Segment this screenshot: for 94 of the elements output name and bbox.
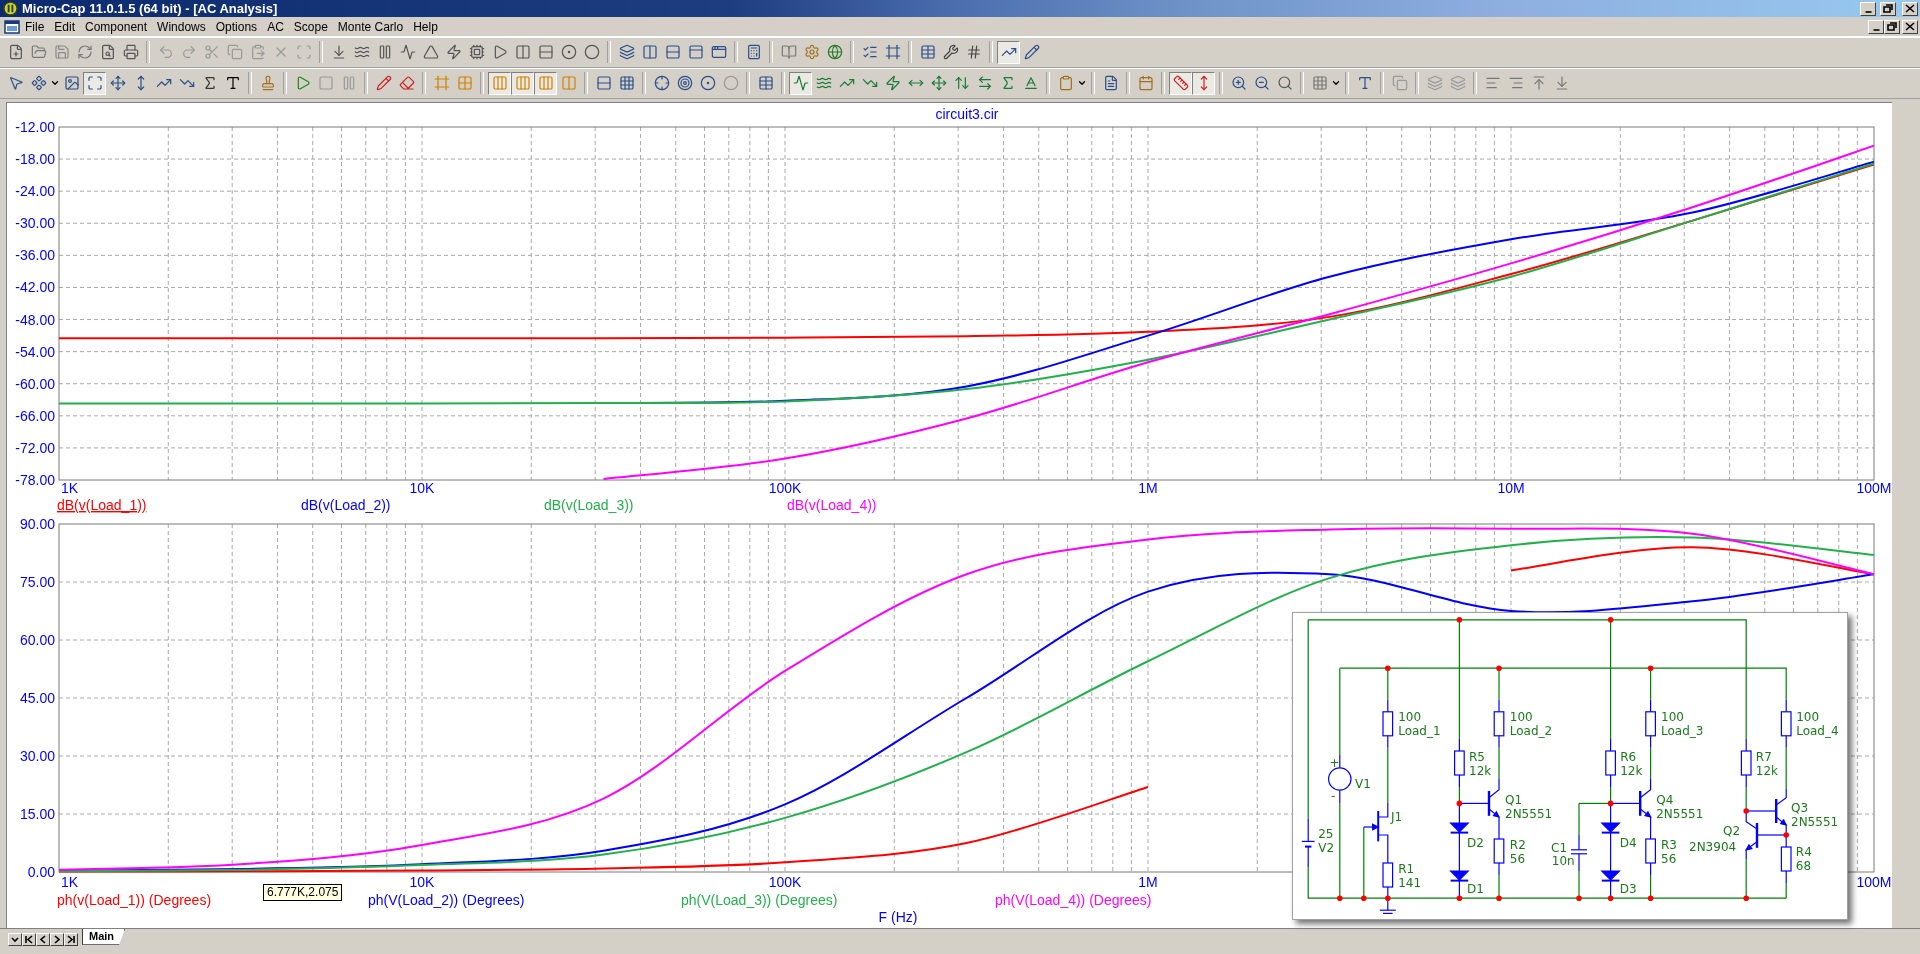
menu-item[interactable]: Scope xyxy=(288,19,333,34)
part-label: Load_4 xyxy=(1796,723,1839,738)
part-label: D1 xyxy=(1467,881,1484,896)
part-label: Load_3 xyxy=(1661,723,1704,738)
part-label: 2N5551 xyxy=(1505,806,1553,821)
part-label: 56 xyxy=(1509,851,1526,866)
axis-label: 90.00 xyxy=(19,515,55,532)
axis-label: -30.00 xyxy=(15,215,55,232)
part-label: D4 xyxy=(1619,835,1637,850)
part-label: 12k xyxy=(1469,763,1492,778)
legend-label: dB(v(Load_2)) xyxy=(301,496,391,513)
axis-label: 100M xyxy=(1856,479,1892,496)
legend-label: ph(V(Load_4)) (Degrees) xyxy=(995,891,1152,908)
window-title: Micro-Cap 11.0.1.5 (64 bit) - [AC Analysis] xyxy=(22,1,279,17)
part-label: R7 xyxy=(1755,749,1772,764)
axis-label: -36.00 xyxy=(15,247,55,264)
part-label: R5 xyxy=(1469,749,1485,764)
axis-label: 45.00 xyxy=(19,689,55,706)
part-label: Q1 xyxy=(1505,792,1523,807)
axis-label: 75.00 xyxy=(19,573,55,590)
part-label: Q4 xyxy=(1656,792,1674,807)
part-label: 100 xyxy=(1661,709,1684,724)
axis-label: 60.00 xyxy=(19,631,55,648)
axis-label: -48.00 xyxy=(15,311,55,328)
axis-label: 1K xyxy=(61,479,79,496)
part-label: - xyxy=(1331,788,1336,803)
axis-label: -12.00 xyxy=(15,118,55,135)
menu-item[interactable]: File xyxy=(20,19,50,34)
menu-item[interactable]: AC xyxy=(262,19,289,34)
menu-item[interactable]: Windows xyxy=(152,19,211,34)
legend-label: dB(v(Load_1)) xyxy=(57,496,147,513)
axis-label: 30.00 xyxy=(19,747,55,764)
part-label: R2 xyxy=(1509,837,1526,852)
part-label: Q2 xyxy=(1723,823,1741,838)
chart-title: circuit3.cir xyxy=(935,105,999,122)
part-label: J1 xyxy=(1391,809,1403,824)
part-label: V2 xyxy=(1318,841,1335,856)
axis-label: 0.00 xyxy=(27,863,55,880)
axis-label: -72.00 xyxy=(15,439,55,456)
part-label: Load_2 xyxy=(1509,723,1553,738)
part-label: 68 xyxy=(1795,858,1812,873)
part-label: 12k xyxy=(1620,763,1643,778)
part-label: 10n xyxy=(1551,853,1575,868)
part-label: R4 xyxy=(1795,844,1812,859)
menu-item[interactable]: Component xyxy=(80,19,153,34)
part-label: R3 xyxy=(1661,837,1677,852)
part-label: 25 xyxy=(1318,827,1334,842)
axis-label: 10K xyxy=(409,873,435,890)
part-label: R1 xyxy=(1398,861,1415,876)
part-label: 56 xyxy=(1661,851,1677,866)
part-label: 2N5551 xyxy=(1656,806,1704,821)
axis-title: F (Hz) xyxy=(878,908,918,925)
part-label: V1 xyxy=(1355,776,1371,791)
axis-label: -42.00 xyxy=(15,279,55,296)
cursor-tooltip: 6.777K,2.075 xyxy=(263,883,343,901)
menu-item[interactable]: Options xyxy=(210,19,263,34)
legend-label: dB(v(Load_3)) xyxy=(544,496,634,513)
axis-label: -66.00 xyxy=(15,407,55,424)
axis-label: -60.00 xyxy=(15,375,55,392)
part-label: Load_1 xyxy=(1398,723,1441,738)
menu-item[interactable]: Help xyxy=(408,19,443,34)
axis-label: 1M xyxy=(1138,873,1158,890)
menu-item[interactable]: Monte Carlo xyxy=(332,19,409,34)
part-label: 2N5551 xyxy=(1791,814,1839,829)
part-label: Q3 xyxy=(1791,800,1809,815)
menu-item[interactable]: Edit xyxy=(49,19,81,34)
part-label: 100 xyxy=(1398,709,1422,724)
tab[interactable]: Main xyxy=(82,928,126,945)
axis-label: 1M xyxy=(1138,479,1158,496)
part-label: C1 xyxy=(1551,840,1567,855)
legend-label: ph(V(Load_2)) (Degrees) xyxy=(368,891,525,908)
axis-label: -54.00 xyxy=(15,343,55,360)
part-label: 100 xyxy=(1796,709,1820,724)
part-label: 12k xyxy=(1755,763,1778,778)
axis-label: 1K xyxy=(61,873,79,890)
part-label: 141 xyxy=(1398,875,1422,890)
axis-label: -24.00 xyxy=(15,183,55,200)
axis-label: -18.00 xyxy=(15,150,55,167)
part-label: R6 xyxy=(1620,749,1637,764)
axis-label: 100M xyxy=(1856,873,1892,890)
part-label: 100 xyxy=(1509,709,1533,724)
part-label: D3 xyxy=(1619,881,1637,896)
axis-label: 100K xyxy=(768,479,802,496)
part-label: D2 xyxy=(1467,835,1484,850)
legend-label: dB(v(Load_4)) xyxy=(787,496,877,513)
axis-label: 10M xyxy=(1497,479,1525,496)
axis-label: 15.00 xyxy=(19,805,55,822)
axis-label: 100K xyxy=(768,873,802,890)
part-label: + xyxy=(1329,755,1340,770)
axis-label: 10K xyxy=(409,479,435,496)
legend-label: ph(v(Load_1)) (Degrees) xyxy=(57,891,212,908)
axis-label: -78.00 xyxy=(15,471,55,488)
legend-label: ph(V(Load_3)) (Degrees) xyxy=(681,891,838,908)
part-label: 2N3904 xyxy=(1689,839,1737,854)
